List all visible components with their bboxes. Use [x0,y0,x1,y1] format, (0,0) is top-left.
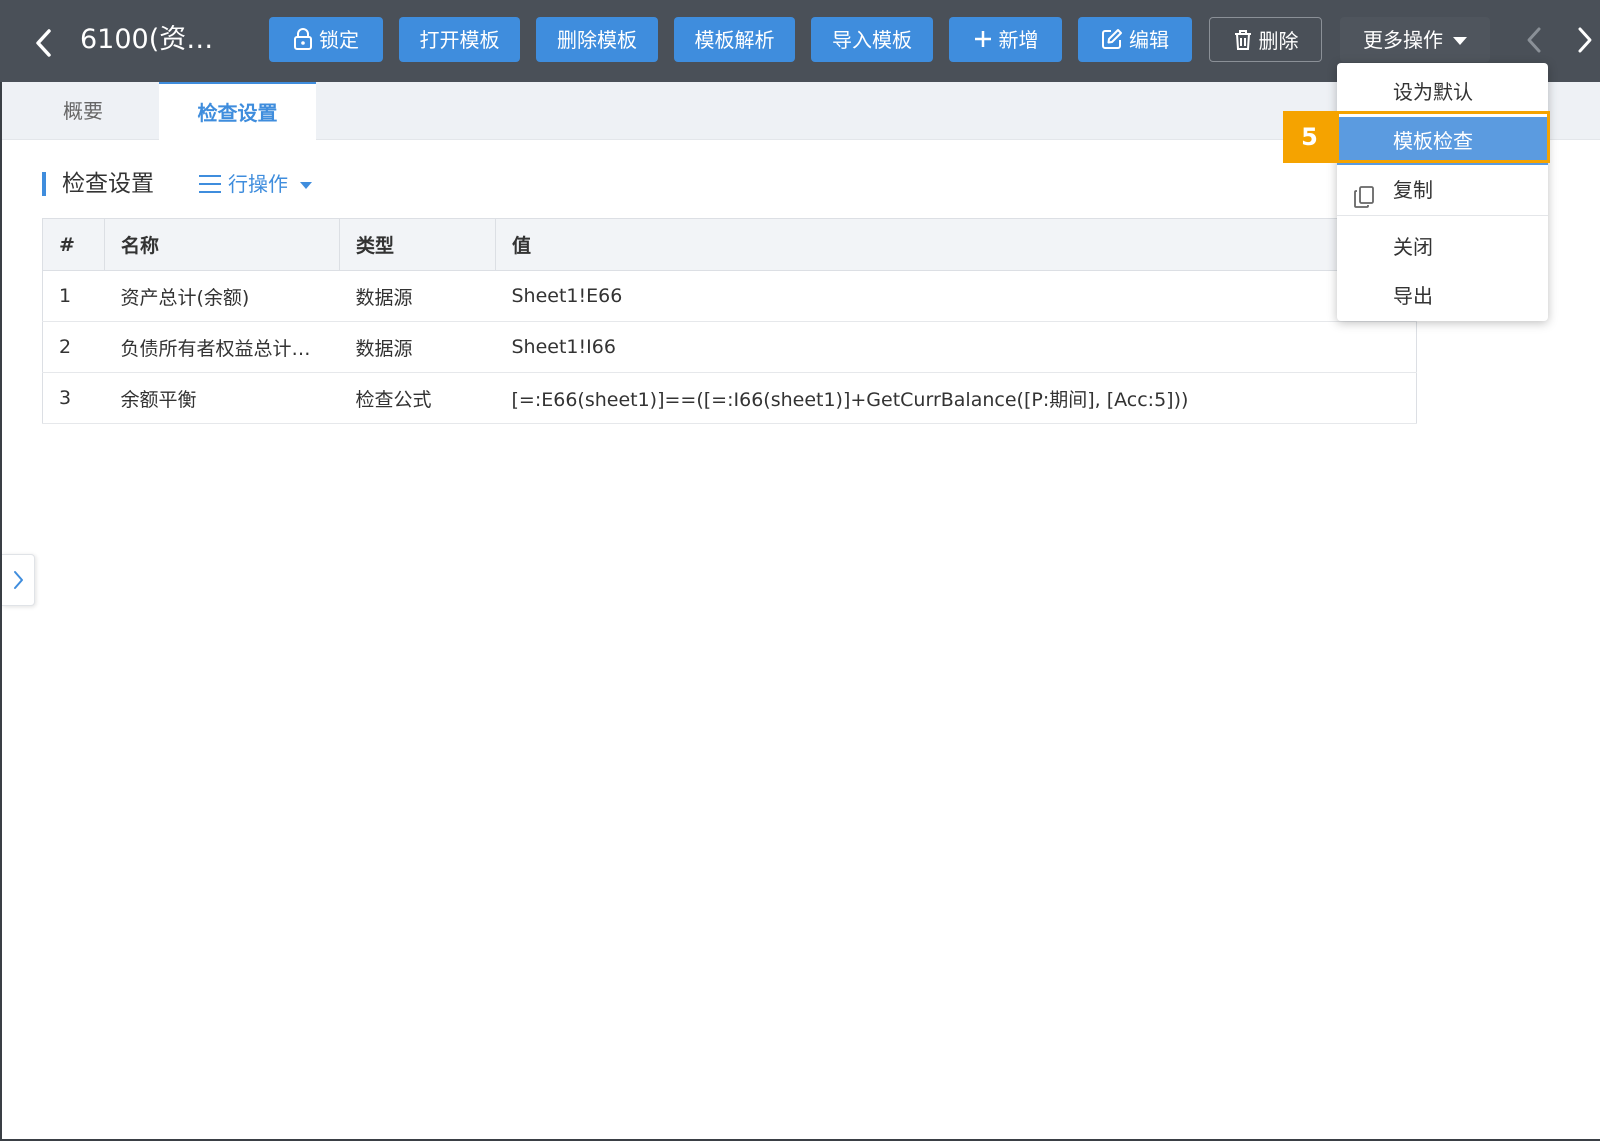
column-header-value[interactable]: 值 [495,218,1417,271]
menu-item-label: 设为默认 [1393,80,1473,104]
edit-button[interactable]: 编辑 [1078,17,1192,62]
check-settings-table: # 名称 类型 值 1 资产总计(余额) 数据源 Sheet1!E66 2 负债… [42,218,1417,424]
lock-button[interactable]: 锁定 [269,17,383,62]
lock-label: 锁定 [319,28,359,52]
lock-icon [293,27,313,54]
table-row[interactable]: 1 资产总计(余额) 数据源 Sheet1!E66 [42,270,1417,322]
caret-down-icon [300,182,312,189]
table-header-row: # 名称 类型 值 [42,218,1417,271]
row-value: Sheet1!I66 [495,321,1417,373]
next-record-button[interactable] [1572,22,1598,58]
parse-template-label: 模板解析 [694,28,775,52]
add-button[interactable]: 新增 [949,17,1062,62]
plus-icon [973,29,993,53]
row-operations-dropdown[interactable]: 行操作 [198,168,312,200]
column-header-index[interactable]: # [42,218,105,271]
row-type: 检查公式 [339,372,496,424]
menu-item-template-check[interactable]: 模板检查 [1337,117,1548,165]
menu-item-label: 导出 [1393,284,1433,308]
menu-item-label: 模板检查 [1393,129,1473,153]
section-accent-bar [42,172,46,196]
tab-check-settings[interactable]: 检查设置 [159,82,316,141]
row-type: 数据源 [339,270,496,322]
import-template-button[interactable]: 导入模板 [811,17,933,62]
open-template-button[interactable]: 打开模板 [399,17,520,62]
step-number-badge: 5 [1283,111,1336,163]
row-index: 2 [42,321,105,373]
row-type: 数据源 [339,321,496,373]
trash-icon [1233,29,1253,55]
side-panel-expand-button[interactable] [2,554,35,606]
caret-down-icon [1453,36,1467,45]
menu-item-set-default[interactable]: 设为默认 [1337,68,1548,116]
row-index: 1 [42,270,105,322]
chevron-left-icon [1527,27,1541,53]
add-label: 新增 [998,28,1039,52]
row-value: Sheet1!E66 [495,270,1417,322]
row-operations-label: 行操作 [228,172,288,196]
delete-template-button[interactable]: 删除模板 [536,17,658,62]
menu-item-close[interactable]: 关闭 [1337,223,1548,271]
delete-button[interactable]: 删除 [1209,17,1322,62]
delete-template-label: 删除模板 [557,28,637,52]
table-row[interactable]: 3 余额平衡 检查公式 [=:E66(sheet1)]==([=:I66(she… [42,372,1417,424]
row-name: 负债所有者权益总计… [104,321,340,373]
row-value: [=:E66(sheet1)]==([=:I66(sheet1)]+GetCur… [495,372,1417,424]
table-row[interactable]: 2 负债所有者权益总计… 数据源 Sheet1!I66 [42,321,1417,373]
import-template-label: 导入模板 [832,28,912,52]
more-actions-menu: 设为默认 模板检查 复制 关闭 导出 [1337,63,1548,321]
row-index: 3 [42,372,105,424]
tab-overview[interactable]: 概要 [20,82,146,140]
column-header-type[interactable]: 类型 [339,218,496,271]
chevron-right-icon [1578,27,1592,53]
menu-item-export[interactable]: 导出 [1337,272,1548,320]
copy-icon [1353,178,1375,208]
edit-icon [1101,28,1123,54]
row-name: 资产总计(余额) [104,270,340,322]
row-name: 余额平衡 [104,372,340,424]
menu-item-label: 复制 [1393,178,1433,202]
menu-item-label: 关闭 [1393,235,1433,259]
more-actions-button[interactable]: 更多操作 [1340,17,1490,62]
chevron-left-icon [36,29,51,57]
section-title: 检查设置 [62,171,154,197]
chevron-right-icon [14,571,23,589]
column-header-name[interactable]: 名称 [104,218,340,271]
menu-lines-icon [198,170,222,202]
open-template-label: 打开模板 [419,28,500,52]
more-actions-label: 更多操作 [1363,28,1443,52]
prev-record-button[interactable] [1521,22,1547,58]
menu-item-copy[interactable]: 复制 [1337,166,1548,214]
back-button[interactable] [28,22,60,62]
delete-label: 删除 [1258,29,1299,53]
parse-template-button[interactable]: 模板解析 [674,17,795,62]
edit-label: 编辑 [1129,28,1169,52]
menu-divider [1337,215,1548,216]
page-title: 6100(资… [80,24,214,55]
